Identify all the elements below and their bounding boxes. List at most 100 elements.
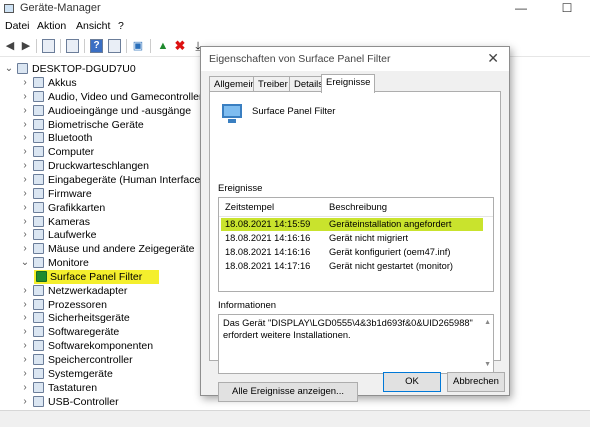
device-manager-icon [4,4,14,13]
chevron-right-icon[interactable]: › [20,242,30,256]
chevron-down-icon[interactable]: ⌄ [4,62,14,76]
chevron-right-icon[interactable]: › [20,90,30,104]
help-icon[interactable]: ? [90,39,103,53]
chevron-right-icon[interactable]: › [20,353,30,367]
device-category-icon [33,187,44,199]
device-category-icon [33,104,44,116]
maximize-button[interactable]: ☐ [544,0,590,18]
chevron-right-icon[interactable]: › [20,173,30,187]
chevron-right-icon[interactable]: › [20,325,30,339]
forward-arrow-icon[interactable]: ▶ [18,38,34,54]
device-category-icon [33,298,44,310]
close-icon[interactable]: ✕ [487,50,499,67]
minimize-button[interactable]: — [498,0,544,18]
chevron-right-icon[interactable]: › [20,104,30,118]
monitor-stand [228,119,236,123]
device-category-icon [33,395,44,407]
toolbar-separator [126,39,127,53]
chevron-right-icon[interactable]: › [20,131,30,145]
tree-item-label: USB-Controller [48,395,119,408]
table-row[interactable]: 18.08.2021 14:15:59 Geräteinstallation a… [221,218,483,231]
events-panel: Surface Panel Filter Ereignisse Zeitstem… [209,91,501,402]
computer-icon [17,63,28,74]
column-header-timestamp[interactable]: Zeitstempel [225,202,274,213]
toolbar-separator [84,39,85,53]
toolbar-separator [60,39,61,53]
device-category-icon [33,132,44,144]
menu-ansicht[interactable]: Ansicht [76,20,110,32]
back-arrow-icon[interactable]: ◀ [2,38,18,54]
tab-ereignisse[interactable]: Ereignisse [321,74,376,93]
device-category-icon [33,381,44,393]
chevron-right-icon[interactable]: › [20,76,30,90]
chevron-right-icon[interactable]: › [20,284,30,298]
chevron-right-icon[interactable]: › [20,187,30,201]
event-time: 18.08.2021 14:15:59 [225,219,311,229]
chevron-right-icon[interactable]: › [20,381,30,395]
chevron-right-icon[interactable]: › [20,118,30,132]
device-category-icon [33,312,44,324]
ok-button[interactable]: OK [383,372,441,392]
tree-child-item[interactable]: Surface Panel Filter [34,269,159,284]
properties-icon[interactable] [66,39,79,53]
menu-aktion[interactable]: Aktion [37,20,66,32]
window-title: Geräte-Manager [20,2,101,14]
tree-item-label: Laufwerke [48,229,97,242]
device-category-icon [33,160,44,172]
chevron-down-icon[interactable]: ⌄ [20,256,30,270]
tree-item-label: Surface Panel Filter [50,270,143,283]
tree-item-label: Druckwarteschlangen [48,160,149,173]
scroll-up-icon[interactable]: ▲ [484,317,491,329]
tab-treiber[interactable]: Treiber [253,76,293,92]
table-row[interactable]: 18.08.2021 14:17:16 Gerät nicht gestarte… [221,260,483,273]
tree-item-label: Kameras [48,215,91,228]
chevron-right-icon[interactable]: › [20,395,30,409]
scroll-down-icon[interactable]: ▼ [484,359,491,371]
column-header-description[interactable]: Beschreibung [329,202,387,213]
chevron-right-icon[interactable]: › [20,311,30,325]
tree-item-label: Audioeingänge und -ausgänge [48,104,192,117]
tree-item-label: Monitore [48,257,89,270]
chevron-right-icon[interactable]: › [20,145,30,159]
tree-item-label: Softwaregeräte [48,326,120,339]
chevron-right-icon[interactable]: › [20,298,30,312]
events-list[interactable]: Zeitstempel Beschreibung 18.08.2021 14:1… [218,197,494,292]
menu-datei[interactable]: Datei [5,20,30,32]
dialog-title: Eigenschaften von Surface Panel Filter [209,53,391,65]
properties-dialog: Eigenschaften von Surface Panel Filter ✕… [200,46,510,402]
info-label: Informationen [218,300,277,311]
menu-help[interactable]: ? [118,20,124,32]
uninstall-icon[interactable]: ✖ [172,38,188,54]
tree-item-label: Systemgeräte [48,367,113,380]
chevron-right-icon[interactable]: › [20,201,30,215]
scan-hardware-icon[interactable]: ▣ [130,38,146,54]
chevron-right-icon[interactable]: › [20,215,30,229]
chevron-right-icon[interactable]: › [20,339,30,353]
tree-item-label: Biometrische Geräte [48,118,144,131]
cancel-button[interactable]: Abbrechen [447,372,505,392]
tree-item-label: Audio, Video und Gamecontroller [48,90,203,103]
tree-item-label: Computer [48,146,95,159]
event-desc: Gerät konfiguriert (oem47.inf) [329,247,451,257]
status-bar [0,410,590,427]
table-row[interactable]: 18.08.2021 14:16:16 Gerät nicht migriert [221,232,483,245]
info-textbox[interactable]: Das Gerät "DISPLAY\LGD0555\4&3b1d693f&0&… [218,314,494,374]
tree-item-label: Tastaturen [48,381,98,394]
table-row[interactable]: 18.08.2021 14:16:16 Gerät konfiguriert (… [221,246,483,259]
tree-view-icon[interactable] [42,39,55,53]
all-events-button[interactable]: Alle Ereignisse anzeigen... [218,382,358,402]
toolbar-separator [150,39,151,53]
chevron-right-icon[interactable]: › [20,159,30,173]
device-name: Surface Panel Filter [252,106,336,117]
chevron-right-icon[interactable]: › [20,367,30,381]
update-driver-icon[interactable]: ▲ [155,38,171,54]
view-icon[interactable] [108,39,121,53]
event-desc: Geräteinstallation angefordert [329,219,452,229]
chevron-right-icon[interactable]: › [20,228,30,242]
device-category-icon [33,284,44,296]
device-category-icon [33,215,44,227]
tree-item-label: Akkus [48,77,77,89]
tree-item-label: Bluetooth [48,132,93,145]
tree-item-label: Softwarekomponenten [48,340,154,353]
title-bar: Geräte-Manager — ☐ [0,0,590,18]
